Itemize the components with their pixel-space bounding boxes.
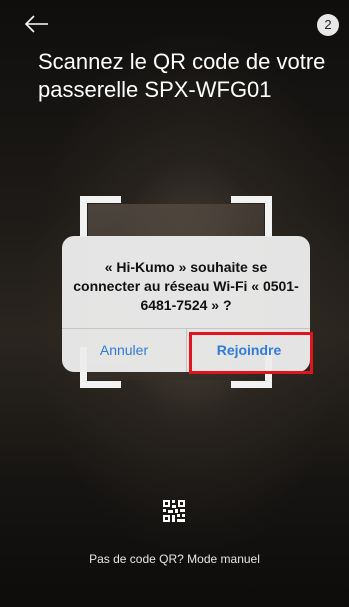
back-button[interactable] bbox=[24, 14, 50, 34]
wifi-join-dialog: « Hi-Kumo » souhaite se connecter au rés… bbox=[62, 236, 310, 372]
join-button[interactable]: Rejoindre bbox=[187, 329, 310, 372]
manual-mode-link[interactable]: Pas de code QR? Mode manuel bbox=[0, 552, 349, 566]
page-title: Scannez le QR code de votre passerelle S… bbox=[38, 49, 326, 102]
cancel-button[interactable]: Annuler bbox=[62, 329, 186, 372]
arrow-left-icon bbox=[24, 15, 48, 33]
dialog-message: « Hi-Kumo » souhaite se connecter au rés… bbox=[73, 259, 299, 313]
qr-code-icon[interactable] bbox=[163, 500, 185, 522]
top-bar: 2 bbox=[0, 0, 349, 44]
scan-corner-top-right bbox=[231, 196, 272, 237]
scan-corner-top-left bbox=[80, 196, 121, 237]
step-badge: 2 bbox=[317, 14, 339, 36]
